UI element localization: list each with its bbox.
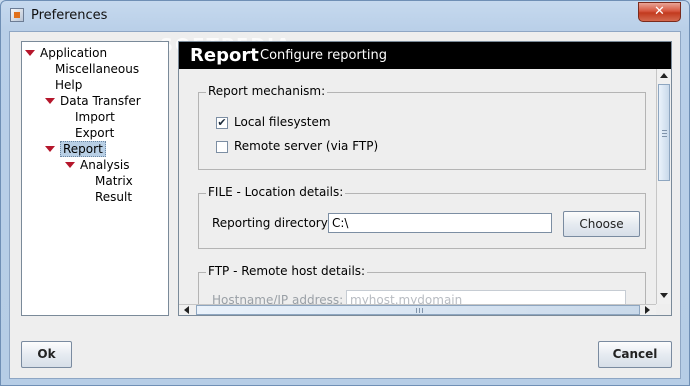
expand-arrow-icon[interactable] — [65, 161, 75, 168]
settings-content: Report mechanism: ✔ Local filesystem Rem… — [179, 69, 656, 304]
hostname-input[interactable]: myhost.mydomain — [346, 290, 626, 304]
title-bar[interactable]: Preferences ✕ — [1, 1, 689, 31]
settings-panel: Report Configure reporting Report mechan… — [178, 41, 672, 316]
dialog-body: SOFTPEDIA Application Miscellaneous Help… — [9, 31, 681, 379]
remote-server-checkbox[interactable] — [216, 141, 228, 153]
horizontal-scrollbar[interactable] — [179, 304, 656, 315]
tree-item-matrix[interactable]: Matrix — [95, 174, 133, 189]
panel-title: Report — [190, 45, 259, 66]
tree-item-result[interactable]: Result — [95, 190, 132, 205]
local-filesystem-label[interactable]: Local filesystem — [234, 115, 331, 129]
scroll-corner — [656, 304, 671, 315]
hostname-label: Hostname/IP address: — [212, 293, 344, 304]
group-legend: FILE - Location details: — [206, 185, 346, 199]
file-location-group: FILE - Location details: Reporting direc… — [198, 185, 646, 249]
preferences-window: Preferences ✕ SOFTPEDIA Application Misc… — [0, 0, 690, 386]
checkmark-icon: ✔ — [217, 116, 227, 129]
scroll-left-icon[interactable] — [184, 306, 189, 314]
tree-item-analysis[interactable]: Analysis — [65, 158, 129, 173]
close-button[interactable]: ✕ — [638, 2, 681, 22]
expand-arrow-icon[interactable] — [25, 49, 35, 56]
group-legend: FTP - Remote host details: — [206, 264, 368, 278]
scroll-up-icon[interactable] — [660, 73, 668, 78]
close-icon: ✕ — [654, 4, 665, 19]
reporting-directory-label: Reporting directory: — [212, 216, 332, 230]
ok-button[interactable]: Ok — [21, 341, 72, 368]
expand-arrow-icon[interactable] — [45, 97, 55, 104]
horizontal-scroll-thumb[interactable] — [196, 305, 640, 315]
window-title: Preferences — [31, 8, 108, 23]
choose-button[interactable]: Choose — [563, 211, 640, 237]
tree-item-data-transfer[interactable]: Data Transfer — [45, 94, 141, 109]
panel-header: Report Configure reporting — [179, 42, 671, 69]
tree-item-import[interactable]: Import — [75, 110, 115, 125]
app-icon — [10, 8, 24, 22]
panel-subtitle: Configure reporting — [260, 48, 387, 63]
tree-item-report[interactable]: Report — [45, 141, 106, 157]
scroll-right-icon[interactable] — [645, 306, 650, 314]
tree-item-application[interactable]: Application — [25, 46, 107, 61]
preferences-tree[interactable]: Application Miscellaneous Help Data Tran… — [21, 41, 169, 316]
remote-server-label[interactable]: Remote server (via FTP) — [234, 139, 378, 153]
tree-item-export[interactable]: Export — [75, 126, 114, 141]
local-filesystem-checkbox[interactable]: ✔ — [216, 117, 228, 129]
scroll-down-icon[interactable] — [660, 293, 668, 298]
expand-arrow-icon[interactable] — [45, 145, 55, 152]
vertical-scrollbar[interactable] — [656, 69, 671, 304]
vertical-scroll-thumb[interactable] — [658, 84, 670, 181]
tree-item-help[interactable]: Help — [55, 78, 82, 93]
group-legend: Report mechanism: — [206, 84, 328, 98]
ftp-group: FTP - Remote host details: Hostname/IP a… — [198, 264, 646, 304]
reporting-directory-input[interactable]: C:\ — [328, 213, 552, 233]
tree-item-miscellaneous[interactable]: Miscellaneous — [55, 62, 139, 77]
cancel-button[interactable]: Cancel — [598, 341, 672, 368]
report-mechanism-group: Report mechanism: ✔ Local filesystem Rem… — [198, 84, 646, 170]
